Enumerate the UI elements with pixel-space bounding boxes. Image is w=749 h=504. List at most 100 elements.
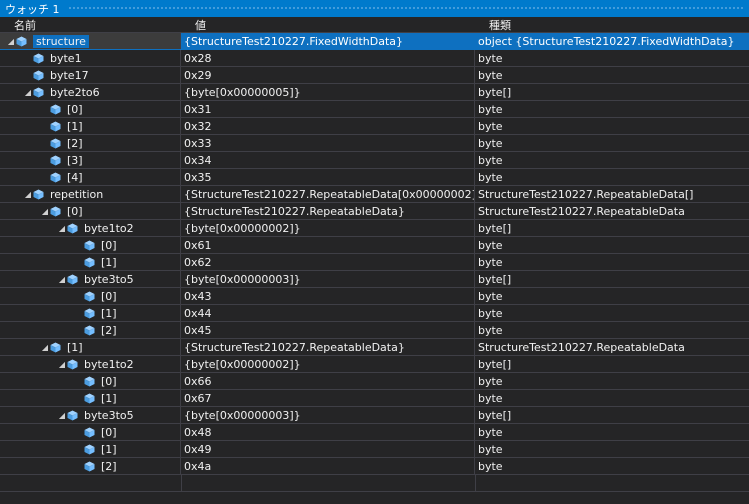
name-cell[interactable]: [0]: [0, 101, 181, 117]
name-cell[interactable]: ◢ structure: [0, 33, 181, 49]
row-name: byte3to5: [84, 408, 134, 422]
value-cell[interactable]: 0x62: [181, 254, 475, 270]
watch-row[interactable]: [0] 0x66 byte: [0, 373, 749, 390]
value-cell[interactable]: 0x33: [181, 135, 475, 151]
watch-row[interactable]: ◢ byte2to6 {byte[0x00000005]} byte[]: [0, 84, 749, 101]
name-cell[interactable]: [0]: [0, 288, 181, 304]
value-cell[interactable]: 0x29: [181, 67, 475, 83]
name-cell[interactable]: byte1: [0, 50, 181, 66]
watch-row[interactable]: [0] 0x43 byte: [0, 288, 749, 305]
name-cell[interactable]: [2]: [0, 458, 181, 474]
name-cell[interactable]: ◢ byte3to5: [0, 407, 181, 423]
expand-collapse-arrow-icon[interactable]: ◢: [57, 411, 67, 420]
value-cell[interactable]: 0x31: [181, 101, 475, 117]
row-name: [1]: [101, 306, 117, 320]
value-cell[interactable]: {byte[0x00000005]}: [181, 84, 475, 100]
name-cell[interactable]: ◢ repetition: [0, 186, 181, 202]
empty-name-cell[interactable]: [0, 475, 182, 491]
column-header-name[interactable]: 名前: [0, 17, 181, 32]
watch-row[interactable]: [4] 0x35 byte: [0, 169, 749, 186]
expand-collapse-arrow-icon[interactable]: ◢: [40, 343, 50, 352]
watch-row[interactable]: [0] 0x31 byte: [0, 101, 749, 118]
value-cell[interactable]: {StructureTest210227.RepeatableData[0x00…: [181, 186, 475, 202]
name-cell[interactable]: ◢ byte1to2: [0, 356, 181, 372]
name-cell[interactable]: [2]: [0, 322, 181, 338]
watch-row[interactable]: ◢ [0] {StructureTest210227.RepeatableData}…: [0, 203, 749, 220]
column-header-value[interactable]: 値: [181, 17, 475, 32]
value-cell[interactable]: {byte[0x00000003]}: [181, 271, 475, 287]
value-cell[interactable]: 0x44: [181, 305, 475, 321]
name-cell[interactable]: ◢ [0]: [0, 203, 181, 219]
empty-watch-row[interactable]: [0, 475, 749, 492]
name-cell[interactable]: [3]: [0, 152, 181, 168]
value-cell[interactable]: 0x61: [181, 237, 475, 253]
watch-row[interactable]: ◢ [1] {StructureTest210227.RepeatableData}…: [0, 339, 749, 356]
name-cell[interactable]: [1]: [0, 441, 181, 457]
titlebar-grip[interactable]: [67, 6, 745, 11]
expand-collapse-arrow-icon[interactable]: ◢: [23, 88, 33, 97]
value-cell[interactable]: {byte[0x00000003]}: [181, 407, 475, 423]
value-cell[interactable]: {StructureTest210227.RepeatableData}: [181, 203, 475, 219]
expand-collapse-arrow-icon[interactable]: ◢: [57, 275, 67, 284]
value-cell[interactable]: 0x48: [181, 424, 475, 440]
watch-row[interactable]: ◢ byte1to2 {byte[0x00000002]} byte[]: [0, 220, 749, 237]
value-cell[interactable]: 0x4a: [181, 458, 475, 474]
value-cell[interactable]: {byte[0x00000002]}: [181, 356, 475, 372]
expand-collapse-arrow-icon[interactable]: ◢: [40, 207, 50, 216]
value-cell[interactable]: 0x49: [181, 441, 475, 457]
value-cell[interactable]: {byte[0x00000002]}: [181, 220, 475, 236]
value-cell[interactable]: 0x67: [181, 390, 475, 406]
watch-row[interactable]: ◢ byte3to5 {byte[0x00000003]} byte[]: [0, 271, 749, 288]
name-cell[interactable]: ◢ [1]: [0, 339, 181, 355]
expand-collapse-arrow-icon[interactable]: ◢: [23, 190, 33, 199]
watch-window-titlebar[interactable]: ウォッチ 1: [0, 0, 749, 17]
watch-tree: ◢ structure {StructureTest210227.FixedWidt…: [0, 33, 749, 492]
name-cell[interactable]: [1]: [0, 118, 181, 134]
name-cell[interactable]: [1]: [0, 390, 181, 406]
watch-row[interactable]: [3] 0x34 byte: [0, 152, 749, 169]
name-cell[interactable]: [1]: [0, 305, 181, 321]
watch-row[interactable]: ◢ byte1to2 {byte[0x00000002]} byte[]: [0, 356, 749, 373]
watch-row[interactable]: [1] 0x32 byte: [0, 118, 749, 135]
expand-collapse-arrow-icon[interactable]: ◢: [57, 360, 67, 369]
field-cube-icon: [50, 342, 61, 353]
name-cell[interactable]: [4]: [0, 169, 181, 185]
watch-row[interactable]: [2] 0x45 byte: [0, 322, 749, 339]
watch-row[interactable]: [1] 0x44 byte: [0, 305, 749, 322]
watch-row[interactable]: [1] 0x62 byte: [0, 254, 749, 271]
watch-row[interactable]: [0] 0x61 byte: [0, 237, 749, 254]
expand-collapse-arrow-icon[interactable]: ◢: [57, 224, 67, 233]
value-cell[interactable]: 0x28: [181, 50, 475, 66]
name-cell[interactable]: ◢ byte1to2: [0, 220, 181, 236]
value-cell[interactable]: 0x45: [181, 322, 475, 338]
expand-collapse-arrow-icon[interactable]: ◢: [6, 37, 16, 46]
name-cell[interactable]: [0]: [0, 237, 181, 253]
type-cell: byte: [478, 153, 503, 167]
watch-row[interactable]: ◢ structure {StructureTest210227.FixedWidt…: [0, 33, 749, 50]
column-header-type[interactable]: 種類: [475, 17, 749, 32]
type-cell: byte: [478, 136, 503, 150]
name-cell[interactable]: ◢ byte3to5: [0, 271, 181, 287]
watch-row[interactable]: ◢ repetition {StructureTest210227.Repeatab…: [0, 186, 749, 203]
value-cell[interactable]: {StructureTest210227.RepeatableData}: [181, 339, 475, 355]
value-cell[interactable]: 0x34: [181, 152, 475, 168]
name-cell[interactable]: [0]: [0, 424, 181, 440]
watch-row[interactable]: [2] 0x4a byte: [0, 458, 749, 475]
name-cell[interactable]: byte17: [0, 67, 181, 83]
name-cell[interactable]: [2]: [0, 135, 181, 151]
value-cell[interactable]: {StructureTest210227.FixedWidthData}: [181, 33, 475, 49]
value-cell[interactable]: 0x32: [181, 118, 475, 134]
watch-row[interactable]: [2] 0x33 byte: [0, 135, 749, 152]
watch-row[interactable]: [1] 0x49 byte: [0, 441, 749, 458]
watch-row[interactable]: ◢ byte3to5 {byte[0x00000003]} byte[]: [0, 407, 749, 424]
value-cell[interactable]: 0x66: [181, 373, 475, 389]
name-cell[interactable]: ◢ byte2to6: [0, 84, 181, 100]
name-cell[interactable]: [1]: [0, 254, 181, 270]
watch-row[interactable]: byte1 0x28 byte: [0, 50, 749, 67]
watch-row[interactable]: [1] 0x67 byte: [0, 390, 749, 407]
name-cell[interactable]: [0]: [0, 373, 181, 389]
value-cell[interactable]: 0x35: [181, 169, 475, 185]
watch-row[interactable]: byte17 0x29 byte: [0, 67, 749, 84]
watch-row[interactable]: [0] 0x48 byte: [0, 424, 749, 441]
value-cell[interactable]: 0x43: [181, 288, 475, 304]
